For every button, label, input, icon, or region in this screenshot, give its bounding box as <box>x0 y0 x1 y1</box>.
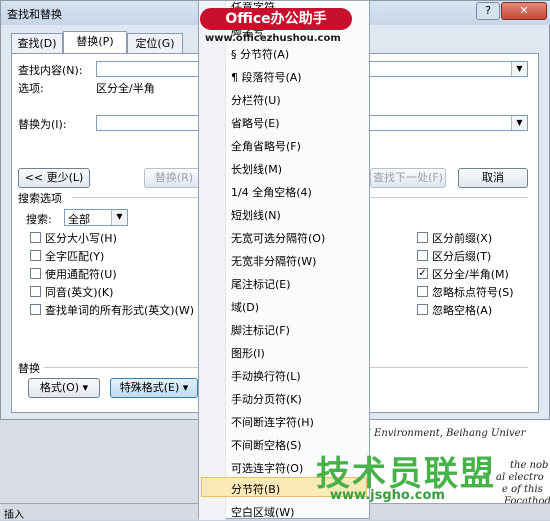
menu-item[interactable]: 脚注标记(F) <box>231 322 290 338</box>
menu-gutter <box>199 1 226 520</box>
tab-replace[interactable]: 替换(P) <box>63 31 127 54</box>
menu-item[interactable]: § 分节符(A) <box>231 46 289 62</box>
checkbox-all-word-forms[interactable] <box>30 304 41 315</box>
tab-goto[interactable]: 定位(G) <box>127 33 183 53</box>
checkbox-ignore-space[interactable] <box>417 304 428 315</box>
menu-item[interactable]: 无宽非分隔符(W) <box>231 253 316 269</box>
format-button[interactable]: 格式(O) ▾ <box>28 378 100 398</box>
checkbox-match-case[interactable] <box>30 232 41 243</box>
find-next-button[interactable]: 查找下一处(F) <box>370 168 446 188</box>
menu-item[interactable]: 空白区域(W) <box>231 504 294 520</box>
options-value: 区分全/半角 <box>96 82 155 95</box>
chevron-down-icon[interactable]: ▼ <box>511 62 527 76</box>
checkbox-ignore-punctuation[interactable] <box>417 286 428 297</box>
replace-button[interactable]: 替换(R) <box>144 168 204 188</box>
menu-item[interactable]: 不间断空格(S) <box>231 437 302 453</box>
close-button[interactable]: ✕ <box>501 2 547 20</box>
menu-item[interactable]: 长划线(M) <box>231 161 282 177</box>
menu-item[interactable]: 图形(I) <box>231 345 265 361</box>
checkbox-label: 区分后缀(T) <box>432 250 492 263</box>
chevron-down-icon[interactable]: ▼ <box>111 210 127 225</box>
document-line: nd Environment, Beihang Univer <box>358 428 526 439</box>
checkbox-label: 区分全/半角(M) <box>432 268 509 281</box>
search-options-heading: 搜索选项 <box>18 192 62 205</box>
search-direction-select[interactable]: 全部 ▼ <box>64 209 128 226</box>
menu-item[interactable]: 尾注标记(E) <box>231 276 291 292</box>
menu-item[interactable]: 无宽可选分隔符(O) <box>231 230 325 246</box>
checkbox-label: 查找单词的所有形式(英文)(W) <box>45 304 195 317</box>
less-button[interactable]: << 更少(L) <box>18 168 90 188</box>
replace-section-heading: 替换 <box>18 362 40 375</box>
search-direction-value: 全部 <box>68 213 90 226</box>
checkbox-label: 忽略空格(A) <box>432 304 493 317</box>
menu-item[interactable]: 域(D) <box>231 299 259 315</box>
checkbox-whole-word[interactable] <box>30 250 41 261</box>
find-label: 查找内容(N): <box>18 64 83 77</box>
document-line: e of this <box>502 484 543 495</box>
checkbox-match-suffix[interactable] <box>417 250 428 261</box>
dialog-title: 查找和替换 <box>7 8 62 21</box>
checkbox-match-width[interactable]: ✓ <box>417 268 428 279</box>
cancel-button[interactable]: 取消 <box>458 168 528 188</box>
checkbox-label: 忽略标点符号(S) <box>432 286 514 299</box>
help-button[interactable]: ? <box>476 2 500 20</box>
menu-item[interactable]: 分栏符(U) <box>231 92 281 108</box>
checkbox-wildcards[interactable] <box>30 268 41 279</box>
checkbox-match-prefix[interactable] <box>417 232 428 243</box>
menu-item[interactable]: 全角省略号(F) <box>231 138 301 154</box>
checkbox-label: 区分前缀(X) <box>432 232 493 245</box>
tab-find[interactable]: 查找(D) <box>11 33 63 53</box>
office-watermark-url: www.officezhushou.com <box>205 33 341 44</box>
menu-item[interactable]: 不间断连字符(H) <box>231 414 314 430</box>
menu-item[interactable]: ¶ 段落符号(A) <box>231 69 302 85</box>
menu-item[interactable]: 手动分页符(K) <box>231 391 302 407</box>
menu-item-section-break[interactable]: 分节符(B) <box>231 481 280 497</box>
office-watermark-logo: Office办公助手 <box>200 8 352 30</box>
menu-item[interactable]: 可选连字符(O) <box>231 460 303 476</box>
checkbox-label: 使用通配符(U) <box>45 268 117 281</box>
checkbox-label: 区分大小写(H) <box>45 232 117 245</box>
menu-item[interactable]: 短划线(N) <box>231 207 281 223</box>
checkbox-label: 同音(英文)(K) <box>45 286 114 299</box>
menu-item[interactable]: 1/4 全角空格(4) <box>231 184 312 200</box>
menu-item[interactable]: 省略号(E) <box>231 115 280 131</box>
special-format-button[interactable]: 特殊格式(E) ▾ <box>110 378 198 398</box>
search-direction-label: 搜索: <box>26 213 52 226</box>
checkbox-label: 全字匹配(Y) <box>45 250 105 263</box>
replace-label: 替换为(I): <box>18 118 67 131</box>
document-line: al electro <box>496 472 544 483</box>
options-label: 选项: <box>18 82 44 95</box>
checkbox-sounds-like[interactable] <box>30 286 41 297</box>
special-format-menu: 任意字符 脚字号 § 分节符(A) ¶ 段落符号(A) 分栏符(U) 省略号(E… <box>198 0 370 520</box>
document-line: the nob <box>510 460 549 471</box>
chevron-down-icon[interactable]: ▼ <box>511 116 527 130</box>
menu-item[interactable]: 手动换行符(L) <box>231 368 301 384</box>
jsgho-watermark-url: www.jsgho.com <box>330 488 445 503</box>
